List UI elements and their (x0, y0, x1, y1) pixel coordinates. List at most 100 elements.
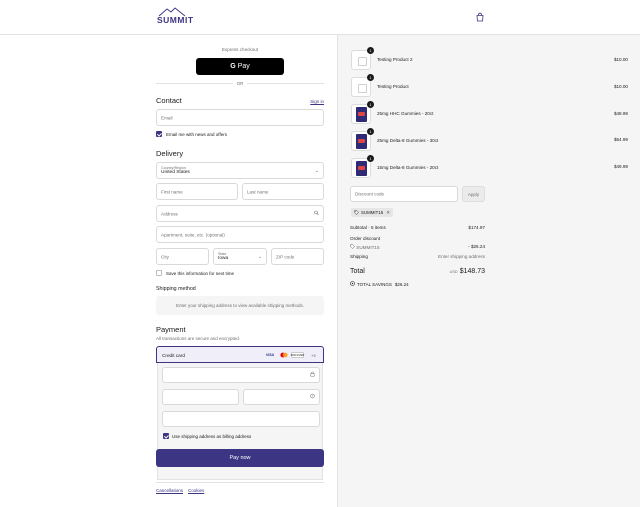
item-price: $48.99 (613, 111, 628, 116)
address-field[interactable]: Address (156, 205, 324, 222)
chevron-down-icon: ⌄ (257, 253, 262, 260)
security-code-field[interactable]: ? (243, 389, 320, 405)
email-field[interactable]: Email (156, 109, 324, 126)
total-label: Total (350, 268, 365, 275)
or-label: OR (236, 80, 244, 86)
item-name: 25mg HHC Gummies - 20ct (377, 111, 434, 116)
savings-tag-icon (350, 281, 355, 287)
svg-text:?: ? (312, 394, 314, 398)
first-name-field[interactable]: First name (156, 183, 238, 200)
last-name-placeholder: Last name (247, 189, 269, 194)
shipping-value: Enter shipping address (438, 254, 485, 259)
checkout-form: Express checkout G Pay OR Contact Sign i… (0, 35, 337, 507)
credit-card-option[interactable]: Credit card VISA DISCOVER +3 (156, 346, 324, 363)
shipping-label: Shipping (350, 254, 368, 259)
cart-button[interactable] (475, 12, 485, 22)
tag-icon (354, 209, 359, 216)
discount-value: - $26.24 (468, 244, 485, 249)
save-info-label: Save this information for next time (166, 270, 235, 276)
news-checkbox[interactable] (156, 131, 162, 137)
quantity-badge: 1 (367, 128, 374, 135)
state-value: Iowa (218, 256, 229, 261)
payment-heading: Payment (156, 325, 186, 334)
billing-checkbox-label: Use shipping address as billing address (172, 433, 252, 439)
item-name: Testing Product 2 (377, 57, 413, 62)
cookies-link[interactable]: Cookies (188, 488, 204, 493)
site-header: SUMMIT (0, 0, 640, 35)
news-checkbox-label: Email me with news and offers (166, 131, 227, 137)
more-brands-label: +3 (311, 352, 316, 358)
total-savings-row: TOTAL SAVINGS $26.24 (350, 281, 485, 287)
line-item: 1 Testing Product 2 (351, 47, 491, 74)
name-on-card-field[interactable] (162, 411, 320, 427)
contact-heading: Contact (156, 96, 182, 105)
item-name: 15mg Delta-8 Gummies - 20ct (377, 165, 439, 170)
applied-code-text: SUMMIT15 (361, 210, 384, 215)
total-row: Total USD $148.73 (350, 268, 485, 278)
delivery-heading: Delivery (156, 149, 184, 158)
last-name-field[interactable]: Last name (242, 183, 324, 200)
payment-subtitle: All transactions are secure and encrypte… (156, 336, 241, 341)
item-name: 25mg Delta-8 Gummies - 30ct (377, 138, 439, 143)
subtotal-row: Subtotal · 5 items $174.97 (350, 225, 485, 230)
email-placeholder: Email (161, 115, 173, 120)
currency-code: USD (449, 270, 458, 274)
lock-icon (310, 371, 315, 379)
discount-code-field[interactable]: Discount code (350, 186, 458, 202)
pay-now-button[interactable]: Pay now (156, 449, 324, 467)
question-icon: ? (310, 393, 315, 401)
google-g-icon: G (230, 63, 236, 70)
country-value: United States (161, 170, 190, 175)
apartment-placeholder: Apartment, suite, etc. (optional) (161, 232, 225, 237)
state-select[interactable]: State Iowa ⌄ (213, 248, 267, 265)
line-item: 1 25mg Delta-8 Gummies - 30ct (351, 128, 491, 155)
quantity-badge: 1 (367, 47, 374, 54)
item-price: $10.00 (613, 57, 628, 62)
remove-code-icon[interactable]: ✕ (386, 210, 390, 216)
cancellations-link[interactable]: Cancellations (156, 488, 183, 493)
city-field[interactable]: City (156, 248, 209, 265)
shipping-method-notice: Enter your shipping address to view avai… (156, 296, 324, 315)
chevron-down-icon: ⌄ (314, 167, 319, 174)
subtotal-value: $174.97 (468, 225, 485, 230)
item-price: $49.99 (613, 164, 628, 169)
quantity-badge: 1 (367, 101, 374, 108)
shopping-bag-icon (476, 12, 484, 22)
mastercard-icon (279, 352, 289, 358)
subtotal-label: Subtotal · 5 items (350, 225, 386, 230)
footer-divider (156, 482, 324, 483)
card-number-field[interactable] (162, 367, 320, 383)
save-info-checkbox[interactable] (156, 270, 162, 276)
applied-code-tag: SUMMIT15 ✕ (351, 208, 393, 217)
discover-icon: DISCOVER (290, 352, 305, 358)
credit-card-label: Credit card (162, 352, 185, 358)
google-pay-button[interactable]: G Pay (196, 58, 284, 75)
item-price: $54.99 (613, 137, 628, 142)
order-discount-label: Order discount (350, 236, 381, 241)
quantity-badge: 1 (367, 74, 374, 81)
address-placeholder: Address (161, 211, 178, 216)
logo-text: SUMMIT (157, 15, 194, 25)
zip-placeholder: ZIP code (276, 254, 295, 259)
savings-label: TOTAL SAVINGS (357, 281, 392, 287)
discount-placeholder: Discount code (355, 191, 385, 197)
apartment-field[interactable]: Apartment, suite, etc. (optional) (156, 226, 324, 243)
billing-checkbox[interactable] (163, 433, 169, 439)
country-select[interactable]: Country/Region United States ⌄ (156, 162, 324, 179)
zip-field[interactable]: ZIP code (271, 248, 324, 265)
apply-discount-button[interactable]: Apply (462, 186, 485, 202)
or-divider: OR (156, 79, 324, 87)
city-placeholder: City (161, 254, 169, 259)
savings-value: $26.24 (394, 281, 409, 287)
summit-logo[interactable]: SUMMIT (157, 7, 194, 25)
item-price: $10.00 (613, 84, 628, 89)
sign-in-link[interactable]: Sign in (310, 99, 324, 104)
expiration-field[interactable] (162, 389, 239, 405)
line-item: 1 Testing Product (351, 74, 491, 101)
order-summary: 1 Testing Product 2 $10.00 1 Testing Pro… (337, 35, 640, 507)
line-item: 1 15mg Delta-8 Gummies - 20ct (351, 155, 491, 182)
shipping-method-heading: Shipping method (156, 286, 196, 292)
gpay-label: Pay (237, 63, 250, 70)
quantity-badge: 1 (367, 155, 374, 162)
discount-row: SUMMIT15 - $26.24 (350, 244, 485, 250)
